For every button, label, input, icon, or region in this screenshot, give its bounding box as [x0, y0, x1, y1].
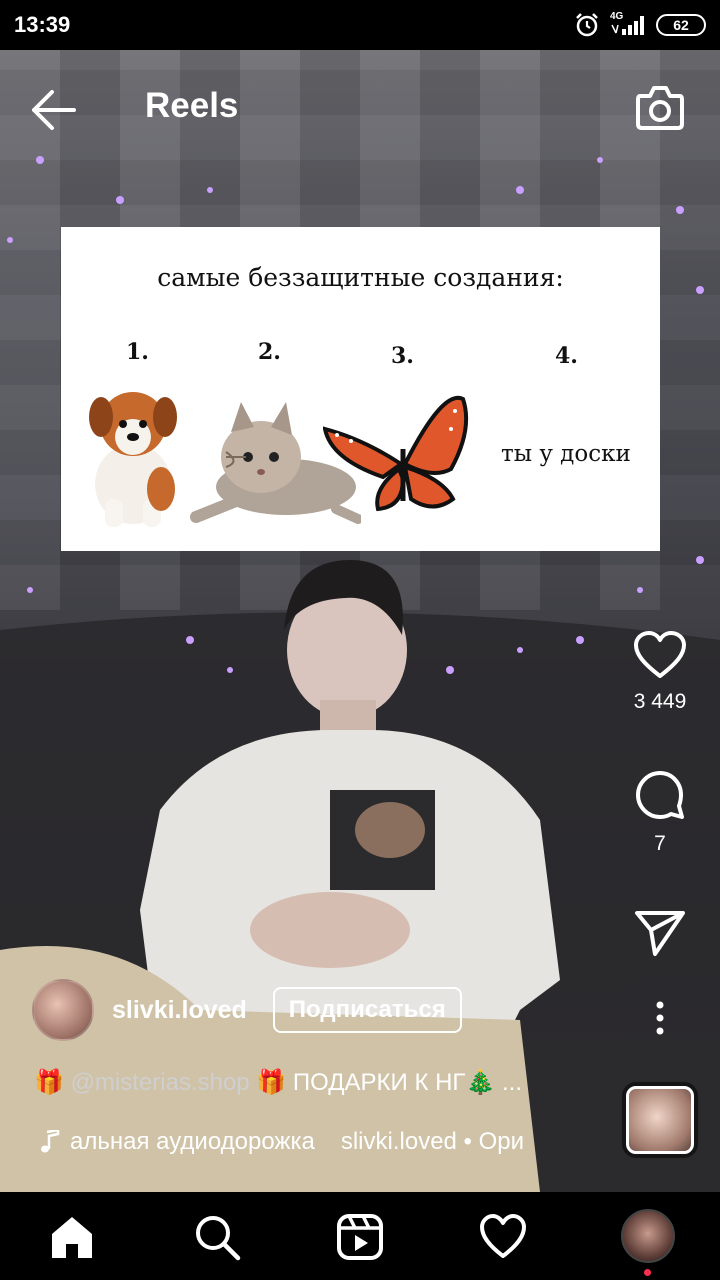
caption-mention[interactable]: @misterias.shop — [71, 1069, 250, 1096]
page-title: Reels — [145, 86, 239, 125]
status-bar: 13:39 4G 62 — [0, 0, 720, 50]
heart-icon[interactable] — [633, 630, 687, 680]
meme-number-2: 2. — [258, 339, 281, 365]
audio-artist: slivki.loved • Ори — [340, 1128, 525, 1155]
audio-thumbnail[interactable] — [626, 1086, 694, 1154]
comment-count: 7 — [654, 832, 666, 855]
follow-button[interactable]: Подписаться — [272, 987, 462, 1033]
gift-emoji: 🎁 — [34, 1069, 64, 1096]
author-username[interactable]: slivki.loved — [112, 996, 247, 1025]
puppy-icon — [89, 392, 177, 527]
caption-more[interactable]: ... — [502, 1069, 522, 1096]
reels-icon[interactable] — [335, 1212, 385, 1262]
home-icon[interactable] — [47, 1212, 97, 1262]
audio-row[interactable]: альная аудиодорожка slivki.loved • Ори — [40, 1128, 600, 1156]
alarm-icon — [576, 13, 598, 37]
author-avatar[interactable] — [32, 979, 94, 1041]
status-icons: 4G 62 — [574, 11, 706, 38]
comment-icon[interactable] — [633, 768, 687, 822]
profile-avatar[interactable] — [621, 1209, 675, 1263]
music-note-icon — [41, 1130, 60, 1153]
camera-icon[interactable] — [634, 82, 686, 132]
battery-indicator: 62 — [656, 14, 706, 36]
caption-text: ПОДАРКИ К НГ — [292, 1069, 466, 1096]
top-bar: Reels — [0, 60, 720, 156]
meme-number-4: 4. — [555, 343, 578, 369]
caption[interactable]: 🎁 @misterias.shop 🎁 ПОДАРКИ К НГ🎄 ... — [34, 1068, 604, 1097]
comment-action[interactable]: 7 — [600, 768, 720, 856]
status-time: 13:39 — [14, 12, 71, 37]
activity-heart-icon[interactable] — [478, 1212, 528, 1262]
signal-icon — [611, 16, 644, 35]
gift-emoji-2: 🎁 — [256, 1069, 287, 1096]
butterfly-icon — [323, 395, 469, 512]
meme-number-3: 3. — [391, 343, 414, 369]
author-row: slivki.loved Подписаться — [32, 978, 462, 1042]
send-icon[interactable] — [633, 908, 687, 958]
meme-card: самые беззащитные создания: 1. 2. 3. 4. — [61, 227, 660, 551]
like-count: 3 449 — [633, 690, 687, 713]
signal-indicator: 4G — [610, 11, 646, 37]
bottom-navigation — [0, 1192, 720, 1280]
meme-item-4-text: ты у доски — [501, 441, 631, 467]
meme-title: самые беззащитные создания: — [157, 263, 564, 292]
back-arrow-icon[interactable] — [30, 88, 78, 132]
share-action[interactable] — [600, 908, 720, 958]
like-action[interactable]: 3 449 — [600, 630, 720, 714]
more-options-icon[interactable] — [655, 1000, 665, 1036]
search-icon[interactable] — [192, 1212, 242, 1262]
meme-number-1: 1. — [126, 339, 149, 365]
audio-track: альная аудиодорожка — [70, 1128, 315, 1155]
more-action[interactable] — [600, 1000, 720, 1036]
tree-emoji: 🎄 — [465, 1069, 496, 1096]
notification-dot — [644, 1269, 651, 1276]
